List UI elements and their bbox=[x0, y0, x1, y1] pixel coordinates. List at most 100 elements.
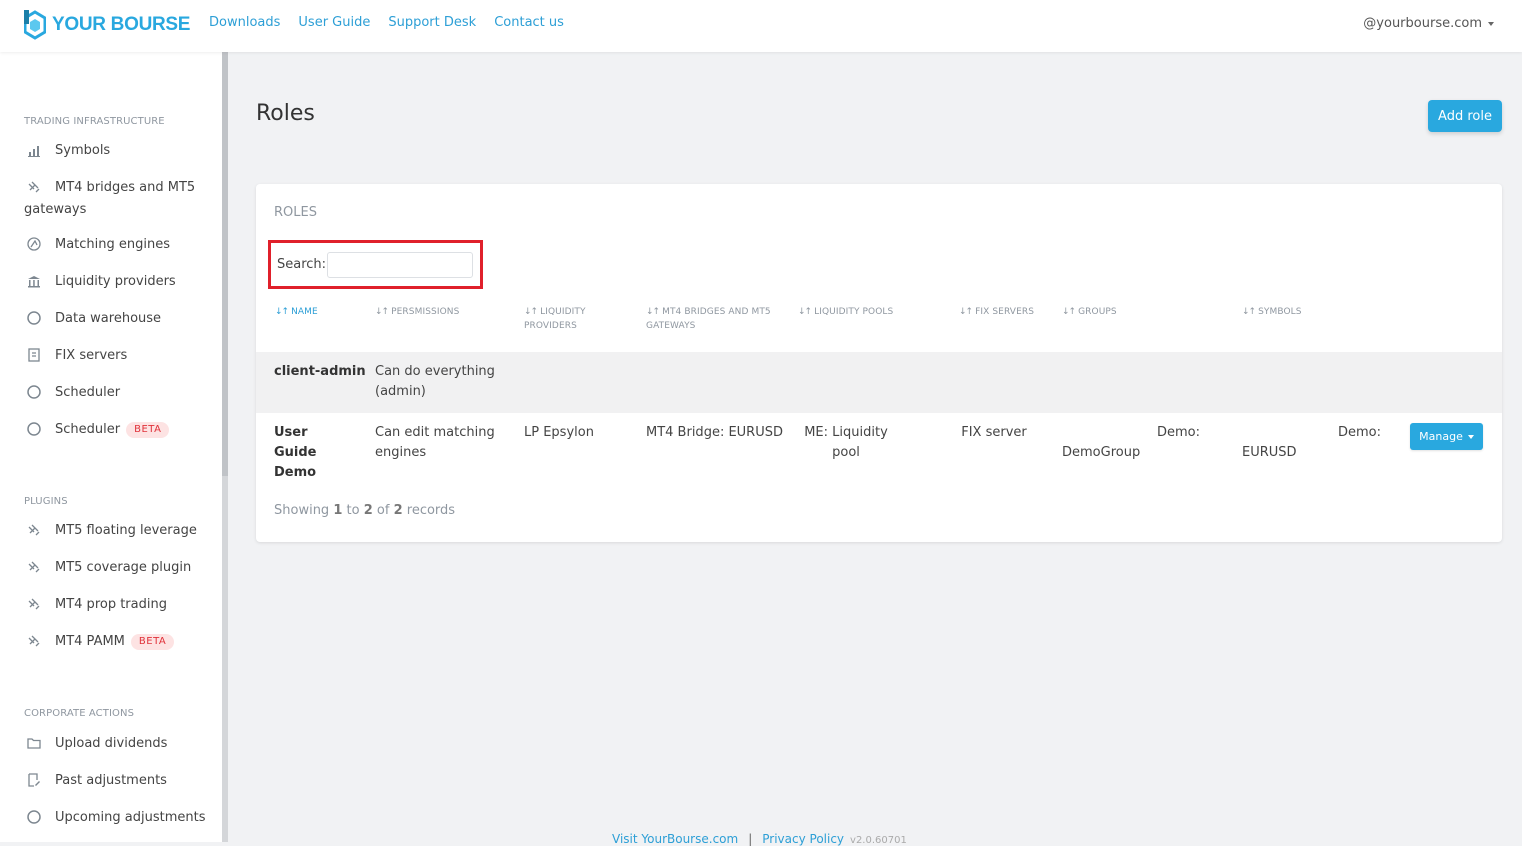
footer-website-link[interactable]: Visit YourBourse.com bbox=[612, 832, 738, 846]
cell-symbols: EURUSD bbox=[1242, 445, 1297, 460]
roles-card: ROLES Search: ↓↑ NAME ↓↑ PERSMISSIONS ↓↑ LI… bbox=[256, 184, 1502, 542]
manage-button[interactable]: Manage bbox=[1410, 423, 1483, 450]
bank-icon bbox=[26, 273, 42, 289]
sidebar-item-label: Data warehouse bbox=[55, 311, 162, 326]
bridge-icon bbox=[26, 179, 42, 195]
sidebar-item-liquidity-providers[interactable]: Liquidity providers bbox=[24, 271, 210, 293]
search-label: Search: bbox=[277, 257, 327, 272]
sidebar: TRADING INFRASTRUCTURE Symbols MT4 bridg… bbox=[0, 52, 222, 842]
nav-contact-us-link[interactable]: Contact us bbox=[494, 15, 564, 30]
bar-chart-icon bbox=[26, 142, 42, 158]
sidebar-item-upload-dividends[interactable]: Upload dividends bbox=[24, 733, 210, 755]
sidebar-item-label: Matching engines bbox=[55, 237, 171, 252]
edit-doc-icon bbox=[26, 772, 42, 788]
cell-name: User Guide Demo bbox=[274, 425, 317, 480]
column-header-bridges[interactable]: ↓↑ MT4 BRIDGES AND MT5 GATEWAYS bbox=[646, 305, 781, 333]
top-nav-links: Downloads User Guide Support Desk Contac… bbox=[209, 15, 582, 30]
add-role-button[interactable]: Add role bbox=[1428, 100, 1502, 132]
sidebar-item-mt4-bridges[interactable]: MT4 bridges and MT5 gateways bbox=[24, 177, 210, 221]
cell-permissions: Can edit matching engines bbox=[375, 425, 495, 460]
logo-icon bbox=[24, 10, 46, 40]
cell-symbols-prefix: Demo: bbox=[1338, 425, 1382, 440]
brand-name: YOUR BOURSE bbox=[52, 14, 191, 35]
sort-icon: ↓↑ bbox=[275, 307, 289, 317]
engine-icon bbox=[26, 236, 42, 252]
sidebar-item-label: Upcoming adjustments bbox=[55, 810, 206, 825]
beta-badge: BETA bbox=[126, 421, 170, 438]
section-title-corporate-actions: CORPORATE ACTIONS bbox=[24, 708, 135, 719]
sort-icon: ↓↑ bbox=[1242, 307, 1256, 317]
footer: Visit YourBourse.com | Privacy Policy v2.0.… bbox=[612, 832, 907, 846]
footer-privacy-link[interactable]: Privacy Policy bbox=[762, 832, 844, 846]
sidebar-item-fix-servers[interactable]: FIX servers bbox=[24, 345, 210, 367]
sort-icon: ↓↑ bbox=[375, 307, 389, 317]
bridge-icon bbox=[26, 633, 42, 649]
scrollbar-thumb[interactable] bbox=[222, 52, 228, 476]
column-header-name[interactable]: ↓↑ NAME bbox=[275, 305, 318, 319]
cell-name: client-admin bbox=[274, 364, 366, 379]
column-header-liquidity-providers[interactable]: ↓↑ LIQUIDITY PROVIDERS bbox=[524, 305, 604, 333]
document-icon bbox=[26, 347, 42, 363]
sidebar-item-past-adjustments[interactable]: Past adjustments bbox=[24, 770, 210, 792]
section-title-plugins: PLUGINS bbox=[24, 496, 68, 507]
sidebar-item-mt5-floating-leverage[interactable]: MT5 floating leverage bbox=[24, 520, 210, 542]
sidebar-scrollbar[interactable] bbox=[222, 52, 228, 842]
sidebar-item-label: MT5 coverage plugin bbox=[55, 560, 192, 575]
sidebar-item-label: MT5 floating leverage bbox=[55, 523, 197, 538]
sidebar-item-matching-engines[interactable]: Matching engines bbox=[24, 234, 210, 256]
records-summary: Showing 1 to 2 of 2 records bbox=[274, 503, 456, 518]
bridge-icon bbox=[26, 596, 42, 612]
footer-separator: | bbox=[748, 832, 753, 846]
sidebar-item-mt4-prop-trading[interactable]: MT4 prop trading bbox=[24, 594, 210, 616]
top-navbar: YOUR BOURSE Downloads User Guide Support… bbox=[0, 0, 1522, 52]
nav-downloads-link[interactable]: Downloads bbox=[209, 15, 280, 30]
cell-groups: DemoGroup bbox=[1062, 445, 1141, 460]
sidebar-item-symbols[interactable]: Symbols bbox=[24, 140, 210, 162]
sidebar-item-label: Scheduler bbox=[55, 385, 121, 400]
user-menu[interactable]: @yourbourse.com bbox=[1363, 16, 1494, 31]
nav-user-guide-link[interactable]: User Guide bbox=[298, 15, 370, 30]
sidebar-item-mt4-pamm[interactable]: MT4 PAMM BETA bbox=[24, 631, 210, 653]
cell-permissions: Can do everything (admin) bbox=[375, 364, 495, 399]
column-header-liquidity-pools[interactable]: ↓↑ LIQUIDITY POOLS bbox=[798, 305, 893, 319]
sidebar-item-data-warehouse[interactable]: Data warehouse bbox=[24, 308, 210, 330]
column-header-groups[interactable]: ↓↑ GROUPS bbox=[1062, 305, 1117, 319]
user-email: @yourbourse.com bbox=[1363, 16, 1482, 31]
sidebar-item-scheduler-beta[interactable]: Scheduler BETA bbox=[24, 419, 210, 441]
column-header-symbols[interactable]: ↓↑ SYMBOLS bbox=[1242, 305, 1302, 319]
column-header-fix-servers[interactable]: ↓↑ FIX SERVERS bbox=[959, 305, 1034, 319]
column-header-permissions[interactable]: ↓↑ PERSMISSIONS bbox=[375, 305, 459, 319]
search-input[interactable] bbox=[327, 252, 473, 278]
cell-pools: ME: Liquidity pool bbox=[804, 425, 888, 460]
sidebar-item-label: MT4 bridges and MT5 gateways bbox=[24, 180, 196, 217]
sidebar-item-label: Past adjustments bbox=[55, 773, 167, 788]
brand-logo[interactable]: YOUR BOURSE bbox=[24, 10, 190, 40]
search-highlight: Search: bbox=[268, 240, 483, 289]
cell-fix: FIX server bbox=[961, 425, 1027, 440]
sidebar-item-label: MT4 prop trading bbox=[55, 597, 167, 612]
sidebar-item-upcoming-adjustments[interactable]: Upcoming adjustments bbox=[24, 807, 210, 829]
circle-icon bbox=[26, 809, 42, 825]
chevron-down-icon bbox=[1488, 21, 1494, 26]
sort-icon: ↓↑ bbox=[798, 307, 812, 317]
circle-icon bbox=[26, 310, 42, 326]
sidebar-item-label: Scheduler bbox=[55, 422, 121, 437]
page-title: Roles bbox=[256, 101, 315, 126]
section-title-trading: TRADING INFRASTRUCTURE bbox=[24, 116, 165, 127]
beta-badge: BETA bbox=[130, 633, 175, 650]
bridge-icon bbox=[26, 559, 42, 575]
sidebar-item-scheduler[interactable]: Scheduler bbox=[24, 382, 210, 404]
bridge-icon bbox=[26, 522, 42, 538]
sidebar-item-label: MT4 PAMM bbox=[55, 634, 125, 649]
sort-icon: ↓↑ bbox=[646, 307, 660, 317]
sidebar-item-label: FIX servers bbox=[55, 348, 128, 363]
sidebar-item-label: Symbols bbox=[55, 143, 111, 158]
sort-icon: ↓↑ bbox=[959, 307, 973, 317]
circle-icon bbox=[26, 384, 42, 400]
sidebar-item-mt5-coverage-plugin[interactable]: MT5 coverage plugin bbox=[24, 557, 210, 579]
folder-icon bbox=[26, 735, 42, 751]
cell-bridges: MT4 Bridge: EURUSD bbox=[646, 425, 783, 440]
nav-support-desk-link[interactable]: Support Desk bbox=[388, 15, 476, 30]
cell-groups-prefix: Demo: bbox=[1157, 425, 1201, 440]
cell-liquidity-providers: LP Epsylon bbox=[524, 425, 594, 440]
